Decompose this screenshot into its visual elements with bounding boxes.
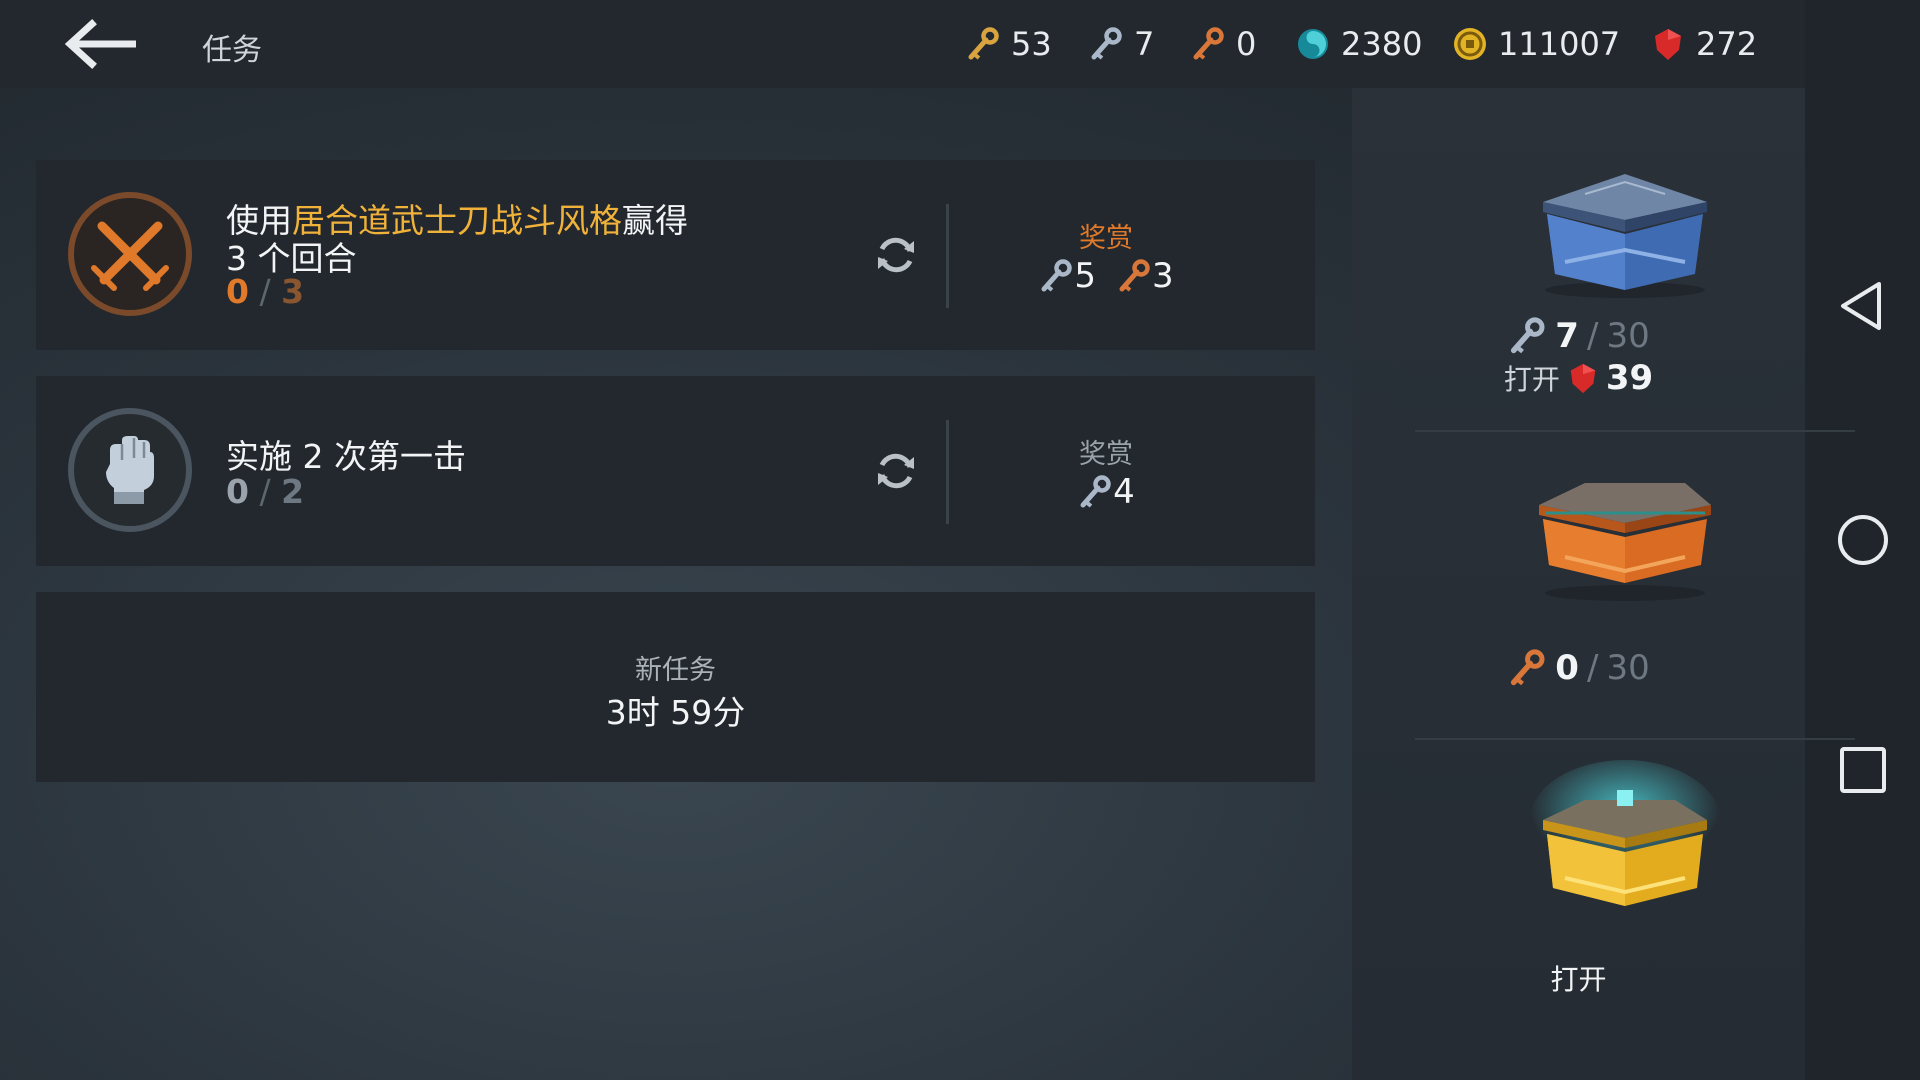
bronze-chest-total: 30 [1606,648,1650,688]
page-title: 任务 [202,33,262,68]
quest-progress: 0 / 2 [226,472,304,511]
reward-bronze-key: 3 [1116,256,1174,296]
reward-list: 4 [956,472,1256,512]
reward-silver-key: 5 [1038,256,1096,296]
fist-icon [68,408,192,532]
gold-chest[interactable] [1525,760,1725,920]
orb-counter: 2380 [1295,22,1422,66]
progress-current: 0 [226,472,249,511]
silver-key-count: 7 [1134,25,1155,63]
reward-amount: 5 [1074,256,1096,296]
bronze-key-icon [1119,259,1150,292]
coin-counter: 111007 [1452,22,1620,66]
silver-key-icon [1091,27,1122,60]
quest-card: 使用居合道武士刀战斗风格赢得 3 个回合 0 / 3 奖赏 5 3 [36,160,1315,350]
progress-sep: / [259,472,271,511]
gem-counter: 272 [1650,22,1757,66]
silver-chest-progress: 7 / 30 [1352,316,1805,356]
gem-cost: 39 [1605,358,1654,398]
gold-key-counter: 53 [965,22,1052,66]
card-divider [946,420,949,524]
chest-divider [1415,738,1855,740]
back-arrow-icon[interactable] [62,18,142,70]
reward-amount: 3 [1152,256,1174,296]
orb-count: 2380 [1341,25,1423,63]
new-quest-card: 新任务 3时 59分 [36,592,1315,782]
coin-icon [1454,28,1486,60]
coin-count: 111007 [1498,25,1621,63]
bronze-key-icon [1511,649,1545,686]
bronze-key-icon [1193,27,1224,60]
silver-key-icon [1041,259,1073,292]
new-quest-timer: 3时 59分 [605,693,746,732]
bronze-chest[interactable] [1525,465,1725,605]
refresh-icon[interactable] [874,449,918,493]
open-label: 打开 [1550,963,1607,996]
silver-chest-sep: / [1586,316,1599,356]
card-divider [946,204,949,308]
bronze-chest-sep: / [1586,648,1599,688]
gem-count: 272 [1696,25,1758,63]
silver-key-icon [1080,475,1111,508]
silver-key-icon [1511,317,1545,354]
refresh-icon[interactable] [874,233,918,277]
progress-total: 3 [281,272,305,311]
quest-progress: 0 / 3 [226,272,304,311]
top-bar: 任务 53 7 0 2380 111007 272 [0,0,1805,88]
quest-description: 实施 2 次第一击 [226,437,466,476]
reward-silver-key: 4 [1077,472,1135,512]
nav-back-icon[interactable] [1835,278,1891,334]
reward-label: 奖赏 [1079,223,1133,254]
new-quest-label: 新任务 [635,655,716,686]
reward-label: 奖赏 [1079,439,1133,470]
chest-divider [1415,430,1855,432]
silver-key-counter: 7 [1088,22,1154,66]
bronze-key-counter: 0 [1190,22,1256,66]
quest-text-suffix: 赢得 [622,201,688,240]
progress-total: 2 [281,472,305,511]
gem-icon [1570,363,1596,394]
nav-home-icon[interactable] [1835,512,1891,568]
bronze-key-count: 0 [1236,25,1257,63]
silver-chest-total: 30 [1606,316,1650,356]
nav-recents-icon[interactable] [1835,742,1891,798]
silver-chest[interactable] [1525,162,1725,302]
gold-key-icon [968,27,999,60]
bronze-chest-current: 0 [1555,648,1579,688]
reward-amount: 4 [1113,472,1135,512]
gem-icon [1655,29,1681,60]
crossed-swords-icon [68,192,192,316]
quest-card: 实施 2 次第一击 0 / 2 奖赏 4 [36,376,1315,566]
gold-key-count: 53 [1011,25,1052,63]
open-label: 打开 [1503,363,1560,396]
gold-chest-open[interactable]: 打开 [1352,958,1805,998]
progress-sep: / [259,272,271,311]
progress-current: 0 [226,272,249,311]
reward-list: 5 3 [956,256,1256,296]
orb-icon [1298,29,1328,59]
system-nav-bar [1805,0,1920,1080]
silver-chest-open[interactable]: 打开 39 [1352,358,1805,398]
bronze-chest-progress: 0 / 30 [1352,648,1805,688]
silver-chest-current: 7 [1555,316,1579,356]
